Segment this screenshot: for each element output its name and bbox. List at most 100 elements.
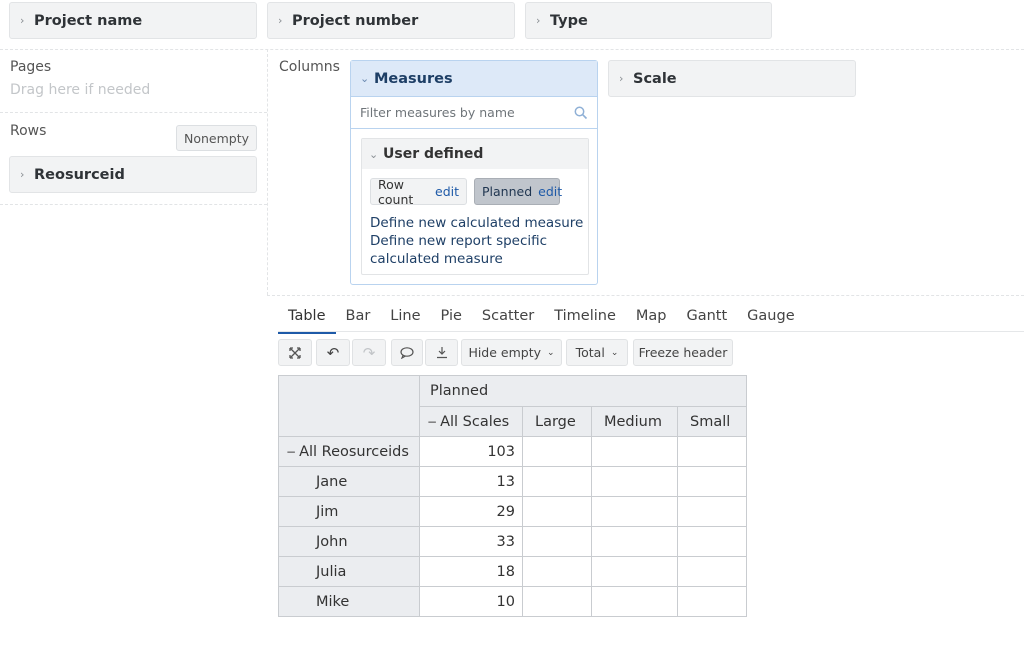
define-report-measure-link[interactable]: Define new report specific calculated me… — [370, 232, 547, 268]
table-cell: 103 — [419, 436, 523, 467]
measures-filter-input[interactable]: Filter measures by name — [351, 97, 597, 129]
columns-label: Columns — [279, 59, 340, 75]
divider — [0, 204, 267, 205]
table-cell — [522, 496, 592, 527]
row-header-all-reosurceids[interactable]: − All Reosurceids — [278, 436, 420, 467]
user-defined-group: ⌄ User defined Row count edit Planned ed… — [361, 138, 589, 275]
column-header: Large — [522, 406, 592, 437]
measure-row-count[interactable]: Row count edit — [370, 176, 467, 207]
tab-scatter[interactable]: Scatter — [472, 305, 544, 334]
search-icon — [574, 106, 588, 119]
chevron-down-icon: ⌄ — [547, 347, 555, 358]
chevron-down-icon: ⌄ — [610, 347, 619, 358]
table-row: Jane 13 — [278, 466, 747, 497]
table-cell — [522, 526, 592, 557]
chevron-right-icon: › — [20, 168, 25, 181]
dimension-project-number[interactable]: › Project number — [267, 2, 515, 39]
row-header-label: All Reosurceids — [299, 443, 409, 460]
row-dimension-reosurceid[interactable]: › Reosurceid — [9, 156, 257, 193]
table-cell — [522, 556, 592, 587]
collapse-icon[interactable]: − — [286, 445, 296, 459]
user-defined-header[interactable]: ⌄ User defined — [362, 139, 588, 169]
measure-planned[interactable]: Planned edit — [474, 178, 562, 205]
pivot-table: Planned − All Scales Large Medium Small −… — [278, 375, 747, 617]
hide-empty-label: Hide empty — [468, 345, 542, 360]
total-dropdown[interactable]: Total ⌄ — [566, 339, 628, 366]
dimension-label: Scale — [633, 70, 677, 87]
tab-pie[interactable]: Pie — [431, 305, 472, 334]
table-cell: 13 — [419, 466, 523, 497]
freeze-header-button[interactable]: Freeze header — [633, 339, 733, 366]
table-row: − All Reosurceids 103 — [278, 436, 747, 467]
tab-gantt[interactable]: Gantt — [676, 305, 737, 334]
measures-header[interactable]: ⌄ Measures — [351, 61, 597, 97]
table-cell: 18 — [419, 556, 523, 587]
chevron-right-icon: › — [536, 14, 541, 27]
total-label: Total — [575, 345, 605, 360]
row-header: Mike — [278, 586, 420, 617]
chevron-down-icon: ⌄ — [369, 147, 379, 161]
table-cell: 10 — [419, 586, 523, 617]
table-cell: 33 — [419, 526, 523, 557]
table-cell — [591, 496, 678, 527]
table-cell — [522, 466, 592, 497]
dimension-label: Reosurceid — [34, 166, 125, 183]
table-cell — [591, 466, 678, 497]
table-cell — [677, 586, 747, 617]
table-cell — [677, 526, 747, 557]
define-calculated-measure-link[interactable]: Define new calculated measure — [370, 214, 583, 232]
measures-panel: ⌄ Measures Filter measures by name ⌄ Use… — [350, 60, 598, 285]
table-cell: 29 — [419, 496, 523, 527]
table-cell — [677, 496, 747, 527]
visualization-tabs: Table Bar Line Pie Scatter Timeline Map … — [278, 305, 805, 334]
pages-label: Pages — [10, 59, 52, 75]
dimension-project-name[interactable]: › Project name — [9, 2, 257, 39]
edit-link[interactable]: edit — [538, 184, 562, 199]
undo-button[interactable]: ↶ — [316, 339, 350, 366]
tab-table[interactable]: Table — [278, 305, 336, 334]
table-row: John 33 — [278, 526, 747, 557]
rows-label: Rows — [10, 123, 47, 139]
table-cell — [677, 556, 747, 587]
table-row: Mike 10 — [278, 586, 747, 617]
tab-timeline[interactable]: Timeline — [544, 305, 626, 334]
edit-link[interactable]: edit — [435, 184, 459, 199]
table-cell — [677, 466, 747, 497]
row-header: Jim — [278, 496, 420, 527]
fullscreen-button[interactable] — [278, 339, 312, 366]
comment-button[interactable] — [391, 339, 423, 366]
dimension-label: Project name — [34, 12, 143, 29]
group-title: User defined — [383, 146, 484, 162]
comment-icon — [400, 346, 414, 359]
table-cell — [677, 436, 747, 467]
tab-line[interactable]: Line — [380, 305, 430, 334]
dimension-type[interactable]: › Type — [525, 2, 772, 39]
hide-empty-dropdown[interactable]: Hide empty ⌄ — [461, 339, 562, 366]
undo-icon: ↶ — [326, 343, 340, 362]
nonempty-button[interactable]: Nonempty — [176, 125, 257, 151]
divider — [0, 49, 1024, 50]
chevron-right-icon: › — [20, 14, 25, 27]
measure-header: Planned — [419, 375, 747, 407]
table-row: Julia 18 — [278, 556, 747, 587]
tab-map[interactable]: Map — [626, 305, 677, 334]
redo-button[interactable]: ↷ — [352, 339, 386, 366]
table-cell — [591, 526, 678, 557]
divider — [267, 49, 268, 295]
pages-drop-hint: Drag here if needed — [10, 82, 151, 98]
collapse-icon[interactable]: − — [427, 415, 437, 429]
filter-placeholder: Filter measures by name — [360, 105, 515, 120]
tab-bar[interactable]: Bar — [336, 305, 381, 334]
download-icon — [436, 347, 447, 359]
chevron-right-icon: › — [619, 72, 624, 85]
divider — [0, 112, 267, 113]
measures-title: Measures — [374, 70, 453, 87]
column-dimension-scale[interactable]: › Scale — [608, 60, 856, 97]
measure-name: Row count — [378, 176, 414, 207]
tabs-divider — [278, 331, 1024, 332]
tab-gauge[interactable]: Gauge — [737, 305, 804, 334]
column-header-all-scales[interactable]: − All Scales — [419, 406, 523, 437]
redo-icon: ↷ — [362, 343, 376, 362]
export-button[interactable] — [425, 339, 458, 366]
row-header: Julia — [278, 556, 420, 587]
